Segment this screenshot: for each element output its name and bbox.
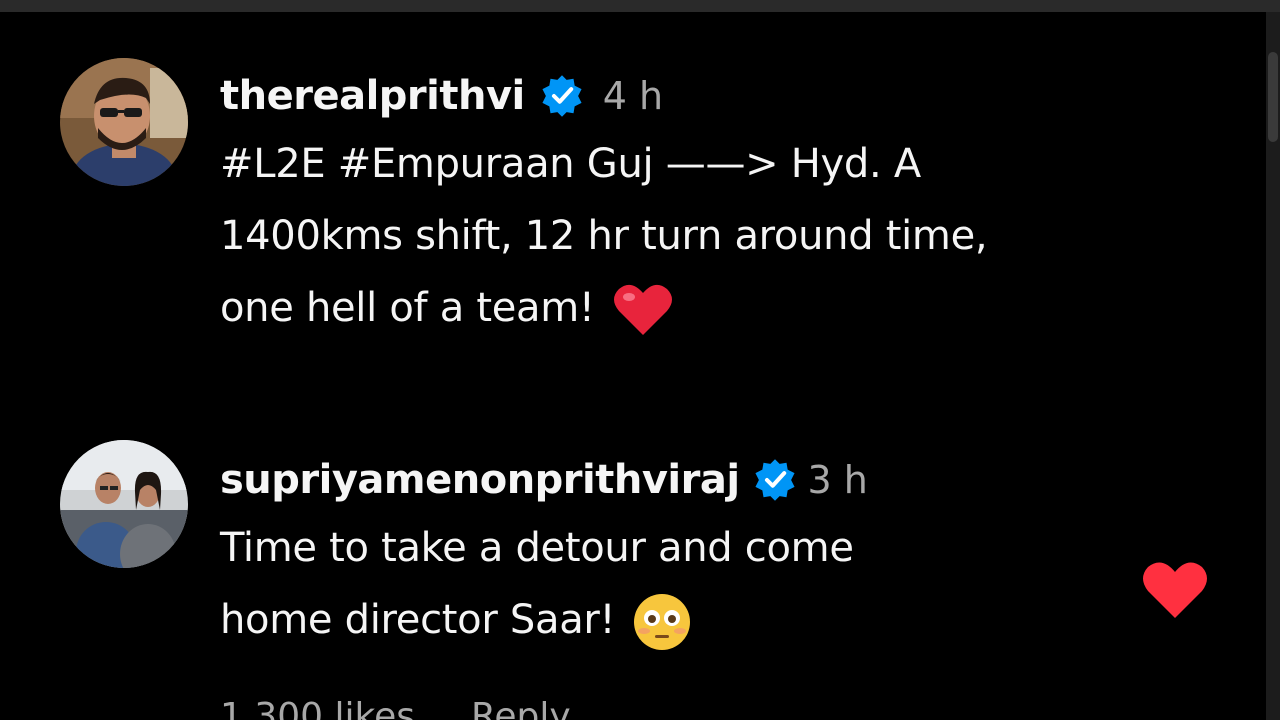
comment-text-line: 1400kms shift, 12 hr turn around time, [220, 213, 988, 259]
comment-text-line: #L2E #Empuraan Guj ——> Hyd. A [220, 141, 921, 187]
heart-icon[interactable] [1142, 560, 1208, 620]
likes-count[interactable]: 1,300 likes [220, 696, 415, 720]
comment-footer: 1,300 likes Reply [220, 696, 571, 720]
comment-text: #L2E #Empuraan Guj ——> Hyd. A 1400kms sh… [220, 128, 1180, 344]
reply-button[interactable]: Reply [471, 696, 571, 720]
avatar[interactable] [60, 440, 188, 568]
comment-text-line: Time to take a detour and come [220, 525, 854, 571]
comment-text-segment: one hell of a team! [220, 285, 595, 331]
avatar[interactable] [60, 58, 188, 186]
scrollbar[interactable] [1266, 12, 1280, 720]
comment-timestamp[interactable]: 3 h [808, 458, 868, 502]
comment-text-line: one hell of a team! [220, 272, 1180, 344]
comment-text-line: home director Saar! [220, 584, 1180, 656]
comment-username[interactable]: supriyamenonprithviraj [220, 457, 740, 503]
flushed-face-emoji-icon [634, 594, 691, 650]
verified-badge-icon [542, 75, 582, 117]
scrollbar-thumb[interactable] [1268, 52, 1278, 142]
comment-text-segment: home director Saar! [220, 597, 616, 643]
verified-badge-icon [754, 459, 795, 501]
window-top-border [0, 0, 1280, 12]
comment-username[interactable]: therealprithvi [220, 73, 525, 119]
comment-timestamp[interactable]: 4 h [603, 74, 663, 118]
comment-text: Time to take a detour and come home dire… [220, 512, 1180, 656]
red-heart-emoji-icon [613, 284, 672, 335]
